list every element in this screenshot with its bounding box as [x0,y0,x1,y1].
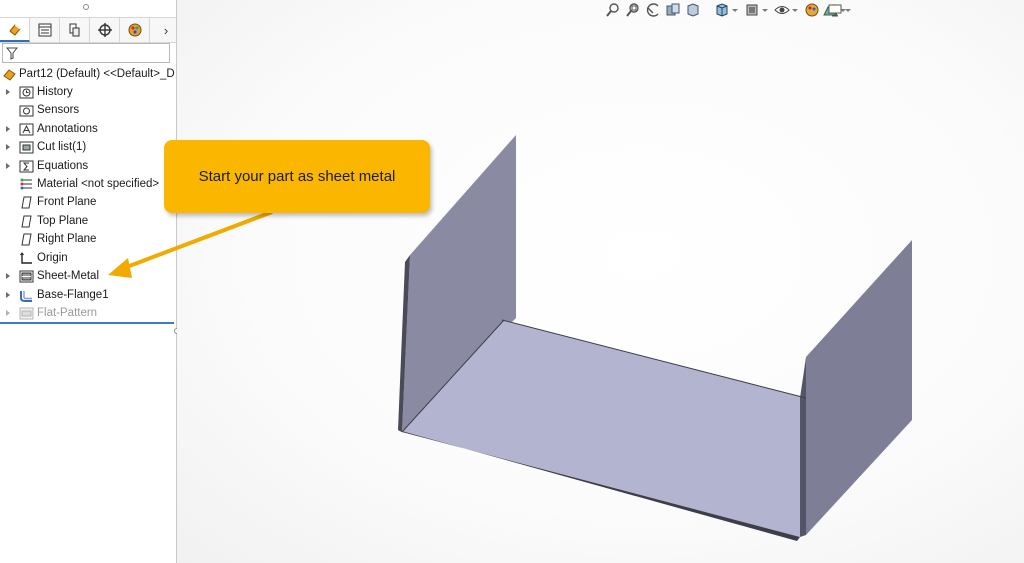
sheet-metal-part-model[interactable] [0,0,1024,563]
callout-box: Start your part as sheet metal [164,140,430,213]
callout-text: Start your part as sheet metal [198,168,396,185]
right-flange-edge [800,357,806,537]
right-flange-face [806,240,912,535]
